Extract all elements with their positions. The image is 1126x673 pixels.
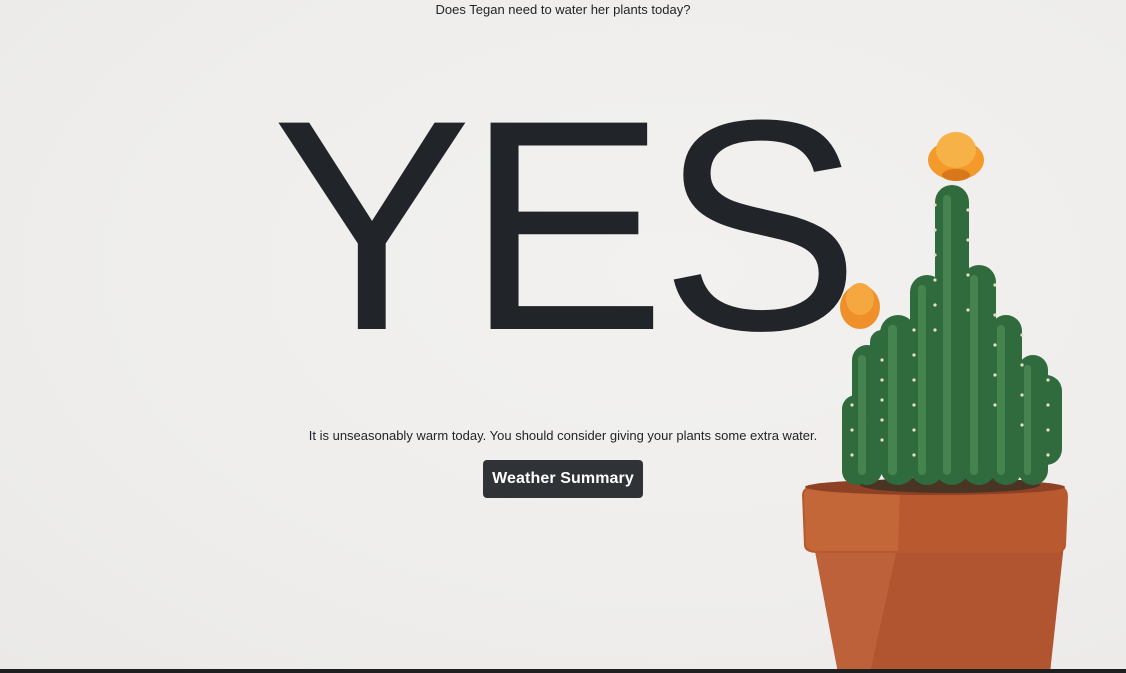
weather-summary-button[interactable]: Weather Summary bbox=[483, 460, 643, 498]
question-text: Does Tegan need to water her plants toda… bbox=[435, 2, 691, 17]
bottom-edge-bar bbox=[0, 669, 1126, 673]
flower-top bbox=[928, 132, 984, 181]
flower-left bbox=[840, 283, 880, 329]
cactus-image bbox=[802, 132, 1068, 673]
